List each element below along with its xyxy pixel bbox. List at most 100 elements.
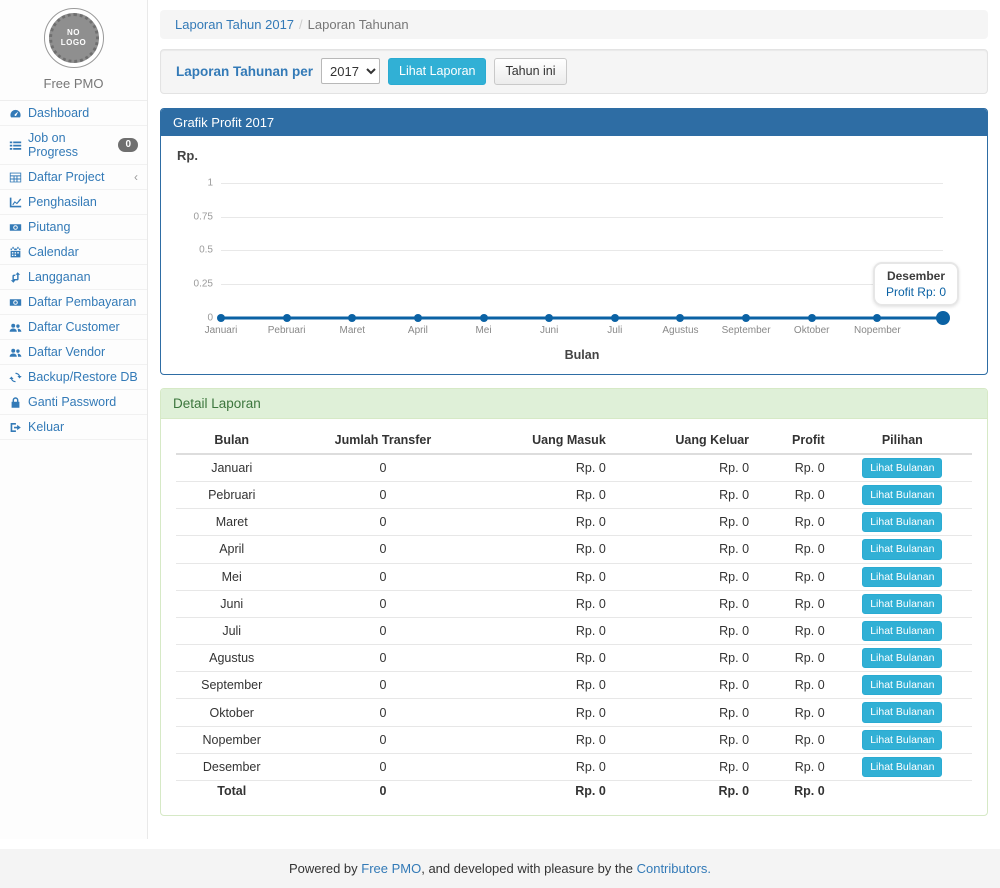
cell-uang-masuk: Rp. 0 xyxy=(478,509,613,536)
breadcrumb-link-laporan-tahun[interactable]: Laporan Tahun 2017 xyxy=(175,17,294,32)
gridline: 0.5 xyxy=(221,250,943,251)
footer-text-prefix: Powered by xyxy=(289,861,361,876)
cell-profit: Rp. 0 xyxy=(757,726,833,753)
lihat-bulanan-button[interactable]: Lihat Bulanan xyxy=(862,567,942,587)
cell-bulan: April xyxy=(176,536,287,563)
chart-point-januari[interactable] xyxy=(217,314,225,322)
year-select[interactable]: 2017 xyxy=(321,58,380,84)
cell-uang-masuk: Rp. 0 xyxy=(478,454,613,482)
sidebar-item-calendar[interactable]: Calendar xyxy=(0,240,147,265)
profit-series-line xyxy=(223,316,941,319)
tooltip-value: Profit Rp: 0 xyxy=(886,285,946,299)
y-tick-label: 1 xyxy=(207,177,213,188)
sidebar-item-backup-restore-db[interactable]: Backup/Restore DB xyxy=(0,365,147,390)
cell-uang-keluar: Rp. 0 xyxy=(614,590,757,617)
cell-uang-keluar: Rp. 0 xyxy=(614,563,757,590)
x-axis-title: Bulan xyxy=(221,348,943,362)
chart-point-oktober[interactable] xyxy=(808,314,816,322)
chart-point-juli[interactable] xyxy=(611,314,619,322)
chart-panel-title: Grafik Profit 2017 xyxy=(161,109,987,136)
cell-uang-keluar: Rp. 0 xyxy=(614,482,757,509)
chart-point-nopember[interactable] xyxy=(873,314,881,322)
breadcrumb: Laporan Tahun 2017/Laporan Tahunan xyxy=(160,10,988,39)
cell-uang-masuk: Rp. 0 xyxy=(478,482,613,509)
sidebar-item-daftar-pembayaran[interactable]: Daftar Pembayaran xyxy=(0,290,147,315)
x-axis-labels: Januari Pebruari Maret April Mei Juni Ju… xyxy=(221,325,943,338)
lihat-bulanan-button[interactable]: Lihat Bulanan xyxy=(862,648,942,668)
lihat-bulanan-button[interactable]: Lihat Bulanan xyxy=(862,757,942,777)
chart-point-agustus[interactable] xyxy=(676,314,684,322)
chart-point-maret[interactable] xyxy=(348,314,356,322)
cell-uang-masuk: Rp. 0 xyxy=(478,699,613,726)
lihat-bulanan-button[interactable]: Lihat Bulanan xyxy=(862,675,942,695)
x-tick-label: Nopember xyxy=(854,325,901,336)
lihat-bulanan-button[interactable]: Lihat Bulanan xyxy=(862,512,942,532)
table-row: Oktober 0 Rp. 0 Rp. 0 Rp. 0 Lihat Bulana… xyxy=(176,699,972,726)
free-pmo-link[interactable]: Free PMO xyxy=(361,861,421,876)
table-row: Juni 0 Rp. 0 Rp. 0 Rp. 0 Lihat Bulanan xyxy=(176,590,972,617)
cell-bulan: Pebruari xyxy=(176,482,287,509)
table-row: Agustus 0 Rp. 0 Rp. 0 Rp. 0 Lihat Bulana… xyxy=(176,645,972,672)
sidebar-item-dashboard[interactable]: Dashboard xyxy=(0,101,147,126)
table-row: Juli 0 Rp. 0 Rp. 0 Rp. 0 Lihat Bulanan xyxy=(176,617,972,644)
lihat-bulanan-button[interactable]: Lihat Bulanan xyxy=(862,594,942,614)
sidebar-item-keluar[interactable]: Keluar xyxy=(0,415,147,440)
x-tick-label: Maret xyxy=(339,325,365,336)
chart-point-april[interactable] xyxy=(414,314,422,322)
cell-profit: Rp. 0 xyxy=(757,509,833,536)
sidebar-item-daftar-customer[interactable]: Daftar Customer xyxy=(0,315,147,340)
users-icon xyxy=(9,346,22,359)
breadcrumb-separator: / xyxy=(294,17,308,32)
lihat-bulanan-button[interactable]: Lihat Bulanan xyxy=(862,621,942,641)
sidebar-item-daftar-vendor[interactable]: Daftar Vendor xyxy=(0,340,147,365)
sidebar-item-piutang[interactable]: Piutang xyxy=(0,215,147,240)
table-row: Januari 0 Rp. 0 Rp. 0 Rp. 0 Lihat Bulana… xyxy=(176,454,972,482)
cell-total-label: Total xyxy=(176,780,287,801)
chart-point-mei[interactable] xyxy=(480,314,488,322)
lihat-bulanan-button[interactable]: Lihat Bulanan xyxy=(862,702,942,722)
chart-point-juni[interactable] xyxy=(545,314,553,322)
tahun-ini-button[interactable]: Tahun ini xyxy=(494,58,566,85)
sidebar-item-langganan[interactable]: Langganan xyxy=(0,265,147,290)
lihat-bulanan-button[interactable]: Lihat Bulanan xyxy=(862,539,942,559)
lock-icon xyxy=(9,396,22,409)
cell-profit: Rp. 0 xyxy=(757,536,833,563)
cell-uang-masuk: Rp. 0 xyxy=(478,753,613,780)
job-count-badge: 0 xyxy=(118,138,138,152)
detail-table-wrap: Bulan Jumlah Transfer Uang Masuk Uang Ke… xyxy=(161,419,987,815)
page-footer: Powered by Free PMO, and developed with … xyxy=(0,849,1000,888)
chart-point-desember[interactable] xyxy=(936,311,950,325)
table-row: September 0 Rp. 0 Rp. 0 Rp. 0 Lihat Bula… xyxy=(176,672,972,699)
sidebar-nav: Dashboard Job on Progress 0 Daftar Proje… xyxy=(0,100,147,440)
app-logo: NO LOGO xyxy=(44,8,104,68)
sidebar-item-daftar-project[interactable]: Daftar Project ‹ xyxy=(0,165,147,190)
tachometer-icon xyxy=(9,107,22,120)
cell-profit: Rp. 0 xyxy=(757,753,833,780)
contributors-link[interactable]: Contributors. xyxy=(637,861,711,876)
lihat-laporan-button[interactable]: Lihat Laporan xyxy=(388,58,486,85)
col-header-jumlah-transfer: Jumlah Transfer xyxy=(287,427,478,454)
y-tick-label: 0 xyxy=(207,312,213,323)
lihat-bulanan-button[interactable]: Lihat Bulanan xyxy=(862,730,942,750)
x-tick-label: Pebruari xyxy=(268,325,306,336)
profit-chart-panel: Grafik Profit 2017 Rp. 1 0.75 0.5 0.25 0 xyxy=(160,108,988,375)
cell-profit: Rp. 0 xyxy=(757,563,833,590)
chart-point-pebruari[interactable] xyxy=(283,314,291,322)
cell-bulan: Maret xyxy=(176,509,287,536)
cell-profit: Rp. 0 xyxy=(757,699,833,726)
chart-point-september[interactable] xyxy=(742,314,750,322)
col-header-profit: Profit xyxy=(757,427,833,454)
sidebar-item-job-on-progress[interactable]: Job on Progress 0 xyxy=(0,126,147,165)
cell-profit: Rp. 0 xyxy=(757,590,833,617)
sidebar-item-penghasilan[interactable]: Penghasilan xyxy=(0,190,147,215)
table-row: Mei 0 Rp. 0 Rp. 0 Rp. 0 Lihat Bulanan xyxy=(176,563,972,590)
cell-jumlah-transfer: 0 xyxy=(287,645,478,672)
cell-bulan: Mei xyxy=(176,563,287,590)
cell-uang-masuk: Rp. 0 xyxy=(478,672,613,699)
lihat-bulanan-button[interactable]: Lihat Bulanan xyxy=(862,458,942,478)
retweet-icon xyxy=(9,271,22,284)
lihat-bulanan-button[interactable]: Lihat Bulanan xyxy=(862,485,942,505)
money-icon xyxy=(9,221,22,234)
cell-uang-masuk: Rp. 0 xyxy=(478,726,613,753)
sidebar-item-ganti-password[interactable]: Ganti Password xyxy=(0,390,147,415)
